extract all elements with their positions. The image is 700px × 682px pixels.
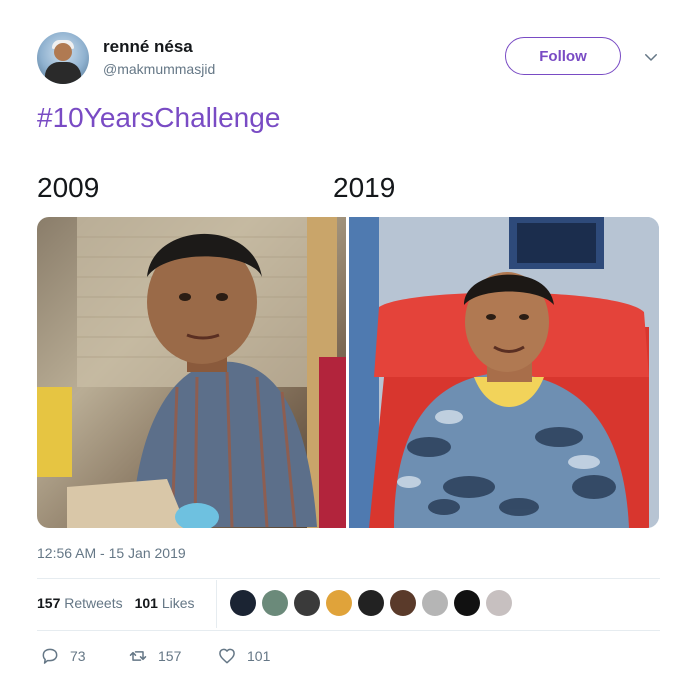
divider-top — [37, 578, 660, 579]
like-count: 101 — [247, 648, 271, 664]
divider-bottom — [37, 630, 660, 631]
like-action[interactable]: 101 — [217, 646, 270, 666]
retweets-stat[interactable]: 157 Retweets — [37, 595, 123, 611]
reply-action[interactable]: 73 — [40, 646, 86, 666]
photo-year-right: 2019 — [333, 172, 396, 203]
tweet-timestamp[interactable]: 12:56 AM - 15 Jan 2019 — [37, 545, 186, 561]
retweets-label: Retweets — [64, 595, 123, 611]
heart-icon — [219, 648, 235, 664]
photo-year-left: 2009 — [37, 172, 100, 203]
photo-2019[interactable] — [349, 217, 659, 528]
liker-avatar[interactable] — [262, 590, 288, 616]
likes-count: 101 — [134, 595, 158, 611]
photo-2009[interactable] — [37, 217, 346, 528]
avatar-body — [45, 62, 81, 84]
likes-label: Likes — [161, 595, 195, 611]
retweet-action[interactable]: 157 — [128, 646, 181, 666]
stats-divider — [216, 580, 217, 628]
avatar[interactable] — [37, 32, 89, 84]
tweet-stats: 157 Retweets 101 Likes — [37, 595, 195, 611]
liker-avatars — [230, 590, 512, 616]
reply-count: 73 — [70, 648, 86, 664]
hashtag-link[interactable]: #10YearsChallenge — [37, 102, 280, 134]
retweets-count: 157 — [37, 595, 61, 611]
avatar-head — [54, 43, 72, 61]
likes-stat[interactable]: 101 Likes — [135, 595, 195, 611]
user-name[interactable]: renné nésa — [103, 37, 193, 57]
retweet-icon — [129, 651, 147, 661]
follow-button[interactable]: Follow — [505, 37, 621, 75]
liker-avatar[interactable] — [358, 590, 384, 616]
liker-avatar[interactable] — [390, 590, 416, 616]
chevron-down-icon[interactable] — [642, 48, 660, 66]
photo-2019-illustration — [349, 217, 659, 528]
photo-2009-illustration — [37, 217, 346, 528]
liker-avatar[interactable] — [422, 590, 448, 616]
user-handle[interactable]: @makmummasjid — [103, 61, 215, 77]
liker-avatar[interactable] — [454, 590, 480, 616]
liker-avatar[interactable] — [230, 590, 256, 616]
liker-avatar[interactable] — [326, 590, 352, 616]
liker-avatar[interactable] — [486, 590, 512, 616]
retweet-count: 157 — [158, 648, 182, 664]
liker-avatar[interactable] — [294, 590, 320, 616]
reply-icon — [42, 648, 58, 664]
